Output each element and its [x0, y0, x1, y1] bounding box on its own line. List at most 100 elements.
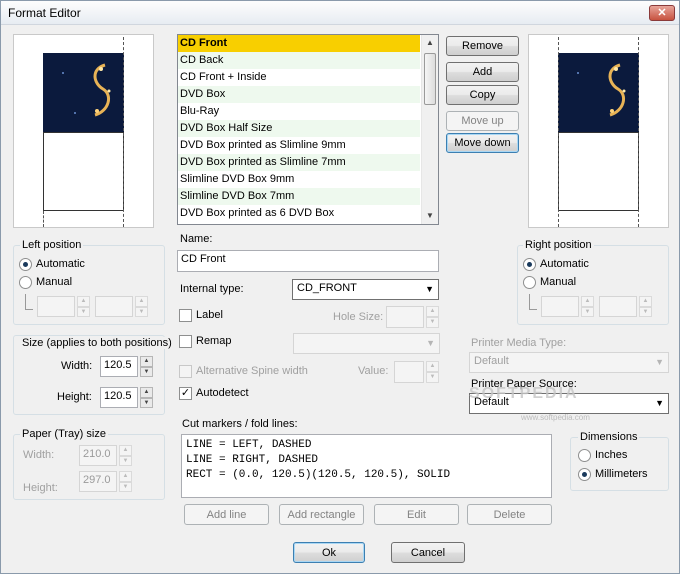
watermark-url: www.softpedia.com: [521, 413, 590, 422]
add-line-button[interactable]: Add line: [184, 504, 269, 525]
left-manual-x-spinner[interactable]: ▲ ▼: [77, 296, 90, 317]
format-list-item[interactable]: DVD Box printed as Slimline 9mm: [178, 137, 420, 154]
label-checkbox[interactable]: [179, 309, 192, 322]
list-scrollbar[interactable]: ▲ ▼: [421, 35, 438, 224]
format-list-item[interactable]: CD Front + Inside: [178, 69, 420, 86]
spine-value-label: Value:: [358, 365, 389, 377]
size-width-input[interactable]: 120.5: [100, 356, 138, 377]
left-automatic-radio[interactable]: [19, 258, 32, 271]
format-list-item[interactable]: DVD Box Half Size: [178, 120, 420, 137]
ok-button[interactable]: Ok: [293, 542, 365, 563]
title-bar: Format Editor ✕: [1, 1, 679, 25]
left-manual-bracket-icon: [25, 294, 33, 310]
hole-size-input[interactable]: [386, 306, 424, 328]
paper-height-label: Height:: [23, 482, 58, 494]
paper-height-input[interactable]: 297.0: [79, 471, 117, 492]
spine-value-spinner[interactable]: ▲ ▼: [426, 361, 439, 383]
paper-width-spinner[interactable]: ▲ ▼: [119, 445, 132, 466]
left-manual-radio[interactable]: [19, 276, 32, 289]
right-manual-radio[interactable]: [523, 276, 536, 289]
millimeters-radio[interactable]: [578, 468, 591, 481]
size-height-input[interactable]: 120.5: [100, 387, 138, 408]
hole-size-spinner[interactable]: ▲ ▼: [426, 306, 439, 328]
right-manual-y-spinner[interactable]: ▲ ▼: [639, 296, 652, 317]
name-label: Name:: [180, 233, 213, 245]
size-width-spinner[interactable]: ▲ ▼: [140, 356, 153, 377]
format-list-item[interactable]: DVD Box: [178, 86, 420, 103]
autodetect-checkbox[interactable]: ✓: [179, 387, 192, 400]
move-down-button[interactable]: Move down: [446, 133, 519, 153]
inches-radio[interactable]: [578, 449, 591, 462]
right-manual-y-input[interactable]: [599, 296, 637, 317]
internal-type-value: CD_FRONT: [297, 282, 357, 294]
copy-button[interactable]: Copy: [446, 85, 519, 105]
left-preview-fold-line: [43, 211, 44, 227]
dropdown-arrow-icon: ▼: [655, 398, 664, 408]
printer-media-label: Printer Media Type:: [471, 337, 567, 349]
hole-size-label: Hole Size:: [333, 311, 384, 323]
scroll-down-icon[interactable]: ▼: [422, 208, 438, 224]
printer-media-value: Default: [474, 355, 509, 367]
format-list-item[interactable]: CD Back: [178, 52, 420, 69]
internal-type-select[interactable]: CD_FRONT ▼: [292, 279, 439, 300]
move-up-button[interactable]: Move up: [446, 111, 519, 131]
cut-marker-line: LINE = RIGHT, DASHED: [186, 454, 319, 466]
millimeters-label: Millimeters: [595, 468, 648, 480]
scroll-thumb[interactable]: [424, 53, 436, 105]
left-manual-y-spinner[interactable]: ▲ ▼: [135, 296, 148, 317]
edit-button[interactable]: Edit: [374, 504, 459, 525]
scroll-up-icon[interactable]: ▲: [422, 35, 438, 51]
right-preview: [528, 34, 669, 228]
left-automatic-label: Automatic: [36, 258, 85, 270]
size-height-spinner[interactable]: ▲ ▼: [140, 387, 153, 408]
autodetect-label: Autodetect: [196, 387, 249, 399]
format-list-item[interactable]: Slimline DVD Box 7mm: [178, 188, 420, 205]
delete-button[interactable]: Delete: [467, 504, 552, 525]
add-button[interactable]: Add: [446, 62, 519, 82]
left-manual-y-input[interactable]: [95, 296, 133, 317]
format-list-item[interactable]: DVD Box printed as 6 DVD Box: [178, 205, 420, 222]
alt-spine-label: Alternative Spine width: [196, 365, 308, 377]
dropdown-arrow-icon: ▼: [426, 338, 435, 348]
spine-value-input[interactable]: [394, 361, 424, 383]
paper-width-label: Width:: [23, 449, 55, 461]
format-list[interactable]: CD Front CD Back CD Front + Inside DVD Box B…: [177, 34, 439, 225]
alt-spine-checkbox[interactable]: [179, 365, 192, 378]
cut-marker-line: LINE = LEFT, DASHED: [186, 439, 312, 451]
format-list-item[interactable]: Blu-Ray: [178, 103, 420, 120]
remap-checkbox[interactable]: [179, 335, 192, 348]
name-input[interactable]: CD Front: [177, 250, 439, 272]
dropdown-arrow-icon: ▼: [425, 284, 434, 294]
left-manual-label: Manual: [36, 276, 73, 288]
watermark-text: SOFTPEDIA: [469, 385, 579, 402]
size-width-label: Width:: [61, 360, 93, 372]
right-automatic-label: Automatic: [540, 258, 589, 270]
internal-type-label: Internal type:: [180, 283, 244, 295]
add-rectangle-button[interactable]: Add rectangle: [279, 504, 364, 525]
inches-label: Inches: [595, 449, 628, 461]
left-manual-x-input[interactable]: [37, 296, 75, 317]
right-preview-fold-line: [638, 37, 639, 227]
right-manual-x-input[interactable]: [541, 296, 579, 317]
cut-markers-textarea[interactable]: LINE = LEFT, DASHED LINE = RIGHT, DASHED…: [181, 434, 552, 498]
dropdown-arrow-icon: ▼: [655, 357, 664, 367]
paper-height-spinner[interactable]: ▲ ▼: [119, 471, 132, 492]
remap-select[interactable]: ▼: [293, 333, 440, 354]
right-manual-x-spinner[interactable]: ▲ ▼: [581, 296, 594, 317]
right-automatic-radio[interactable]: [523, 258, 536, 271]
cut-markers-label: Cut markers / fold lines:: [182, 418, 298, 430]
format-list-item[interactable]: CD Front: [178, 35, 420, 52]
cut-marker-line: RECT = (0.0, 120.5)(120.5, 120.5), SOLID: [186, 469, 451, 481]
right-preview-blank-area: [558, 132, 639, 211]
cancel-button[interactable]: Cancel: [391, 542, 465, 563]
paper-width-input[interactable]: 210.0: [79, 445, 117, 466]
printer-media-select[interactable]: Default ▼: [469, 352, 669, 373]
right-manual-label: Manual: [540, 276, 577, 288]
close-icon[interactable]: ✕: [649, 5, 675, 21]
format-editor-window: Format Editor ✕ CD Front CD Back CD Fron…: [0, 0, 680, 574]
size-title: Size (applies to both positions): [20, 337, 174, 349]
left-preview-fold-line: [123, 37, 124, 227]
format-list-item[interactable]: DVD Box printed as Slimline 7mm: [178, 154, 420, 171]
remove-button[interactable]: Remove: [446, 36, 519, 56]
format-list-item[interactable]: Slimline DVD Box 9mm: [178, 171, 420, 188]
